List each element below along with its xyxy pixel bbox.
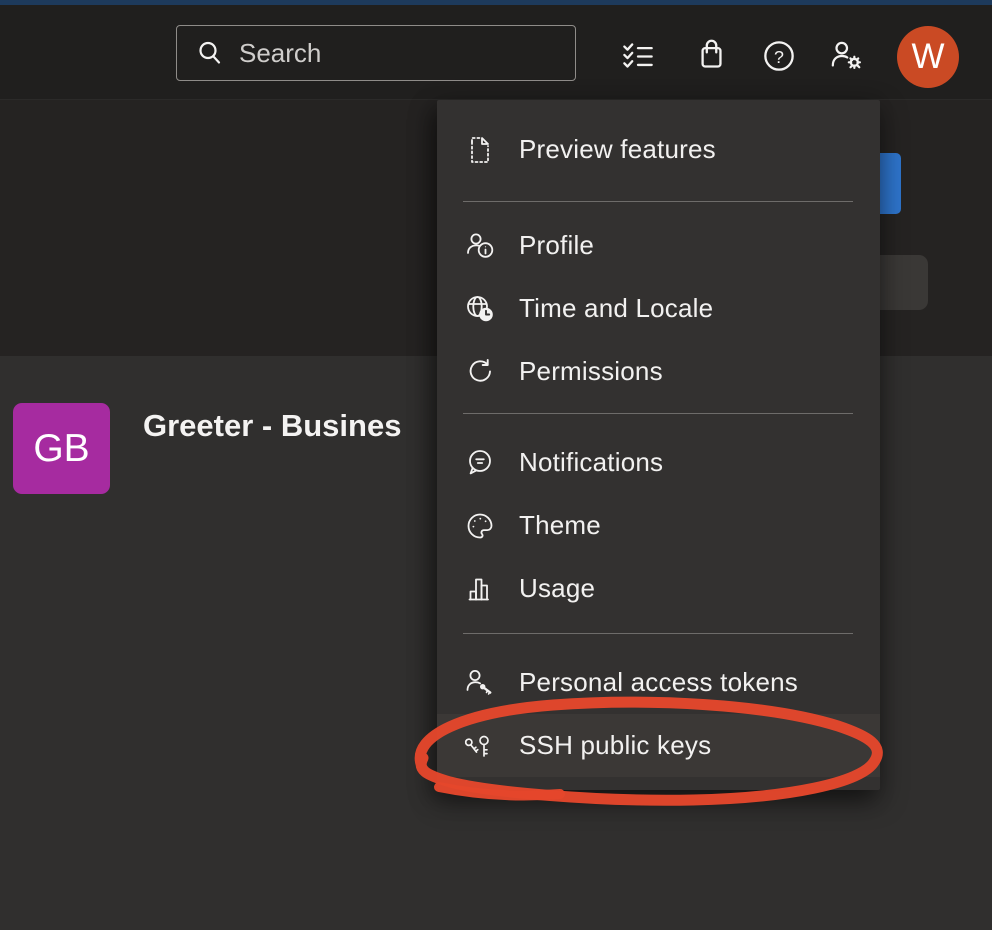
task-checklist-icon[interactable] <box>615 33 661 79</box>
user-avatar[interactable]: W <box>897 26 959 88</box>
menu-item-label: SSH public keys <box>519 730 711 761</box>
top-header-bar: ? W <box>0 5 992 100</box>
menu-item-label: Profile <box>519 230 594 261</box>
menu-item-label: Preview features <box>519 134 716 165</box>
menu-separator <box>463 633 853 634</box>
notifications-icon <box>464 447 496 479</box>
permissions-icon <box>464 356 496 388</box>
svg-text:?: ? <box>774 47 784 67</box>
marketplace-bag-glyph <box>690 35 732 77</box>
help-icon[interactable]: ? <box>756 33 802 79</box>
project-avatar[interactable]: GB <box>13 403 110 494</box>
menu-item-notifications[interactable]: Notifications <box>437 431 880 494</box>
menu-item-preview-features[interactable]: Preview features <box>437 118 880 181</box>
project-title[interactable]: Greeter - Busines <box>143 404 453 448</box>
preview-features-icon <box>464 134 496 166</box>
menu-item-label: Time and Locale <box>519 293 713 324</box>
user-settings-gear-icon[interactable] <box>824 33 870 79</box>
usage-icon <box>464 573 496 605</box>
menu-item-label: Personal access tokens <box>519 667 798 698</box>
menu-separator <box>463 413 853 414</box>
theme-icon <box>464 510 496 542</box>
task-checklist-glyph <box>617 35 659 77</box>
menu-item-label: Theme <box>519 510 601 541</box>
profile-icon <box>464 230 496 262</box>
menu-item-permissions[interactable]: Permissions <box>437 340 880 403</box>
search-input[interactable] <box>239 38 574 69</box>
user-settings-menu: Preview features Profile Time and Lo <box>437 100 880 790</box>
menu-item-usage[interactable]: Usage <box>437 557 880 620</box>
menu-item-ssh-public-keys[interactable]: SSH public keys <box>437 714 880 777</box>
menu-item-label: Notifications <box>519 447 663 478</box>
search-icon <box>195 38 225 68</box>
marketplace-bag-icon[interactable] <box>688 33 734 79</box>
user-settings-gear-glyph <box>826 35 868 77</box>
menu-item-label: Permissions <box>519 356 663 387</box>
user-avatar-initial: W <box>911 37 944 77</box>
menu-item-time-and-locale[interactable]: Time and Locale <box>437 277 880 340</box>
help-glyph: ? <box>758 35 800 77</box>
menu-item-profile[interactable]: Profile <box>437 214 880 277</box>
menu-item-theme[interactable]: Theme <box>437 494 880 557</box>
project-avatar-initials: GB <box>33 427 89 471</box>
menu-item-label: Usage <box>519 573 595 604</box>
search-box[interactable] <box>176 25 576 81</box>
menu-item-personal-access-tokens[interactable]: Personal access tokens <box>437 651 880 714</box>
time-and-locale-icon <box>464 293 496 325</box>
ssh-public-keys-icon <box>464 730 496 762</box>
personal-access-tokens-icon <box>464 667 496 699</box>
menu-separator <box>463 201 853 202</box>
